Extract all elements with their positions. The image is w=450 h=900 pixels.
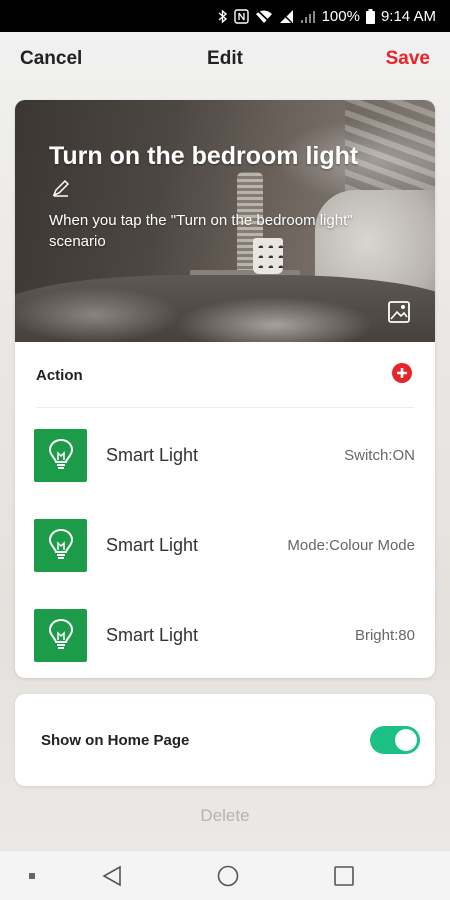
device-tile bbox=[34, 428, 87, 482]
recents-button[interactable] bbox=[330, 851, 358, 900]
signal-off-icon bbox=[279, 9, 294, 24]
scene-title[interactable]: Turn on the bedroom light bbox=[49, 140, 369, 207]
image-icon[interactable] bbox=[387, 300, 411, 324]
navigation-bar bbox=[0, 850, 450, 900]
scene-title-text: Turn on the bedroom light bbox=[49, 142, 359, 170]
home-circle-icon bbox=[217, 865, 239, 887]
bluetooth-icon bbox=[218, 8, 228, 24]
back-triangle-icon bbox=[102, 865, 121, 887]
cover-blanket bbox=[15, 275, 435, 342]
device-tile bbox=[34, 608, 87, 662]
action-row[interactable]: Smart Light Switch:ON bbox=[15, 410, 435, 500]
cancel-button[interactable]: Cancel bbox=[20, 48, 82, 70]
home-button[interactable] bbox=[214, 851, 242, 900]
recents-square-icon bbox=[334, 866, 354, 886]
clock: 9:14 AM bbox=[380, 7, 436, 25]
scene-card: Turn on the bedroom light When you tap t… bbox=[15, 100, 435, 678]
action-device-name: Smart Light bbox=[106, 624, 199, 645]
divider bbox=[36, 407, 414, 408]
action-value: Mode:Colour Mode bbox=[287, 536, 415, 554]
status-bar: 100% 9:14 AM bbox=[0, 0, 450, 32]
toggle-knob bbox=[395, 729, 417, 751]
save-button[interactable]: Save bbox=[386, 48, 430, 70]
scene-cover-image: Turn on the bedroom light When you tap t… bbox=[15, 100, 435, 342]
signal-bars-icon bbox=[300, 9, 316, 24]
light-bulb-icon bbox=[48, 528, 73, 559]
pencil-icon[interactable] bbox=[51, 174, 71, 207]
action-row[interactable]: Smart Light Bright:80 bbox=[15, 590, 435, 678]
action-section-header: Action bbox=[15, 342, 435, 408]
device-tile bbox=[34, 518, 87, 572]
battery-percent: 100% bbox=[321, 7, 360, 25]
wifi-off-icon bbox=[255, 8, 273, 24]
menu-dot-button[interactable] bbox=[22, 851, 42, 900]
light-bulb-icon bbox=[48, 438, 73, 469]
add-action-button[interactable] bbox=[391, 362, 413, 389]
action-device-name: Smart Light bbox=[106, 534, 199, 555]
show-on-home-toggle[interactable] bbox=[370, 726, 420, 754]
action-section-label: Action bbox=[36, 366, 83, 384]
back-button[interactable] bbox=[98, 851, 126, 900]
nfc-icon bbox=[233, 8, 249, 24]
show-on-home-label: Show on Home Page bbox=[41, 731, 190, 749]
battery-icon bbox=[365, 8, 375, 24]
light-bulb-icon bbox=[48, 618, 73, 649]
header: Cancel Edit Save bbox=[0, 32, 450, 86]
delete-button[interactable]: Delete bbox=[0, 806, 450, 826]
dot-icon bbox=[29, 873, 35, 879]
action-device-name: Smart Light bbox=[106, 444, 199, 465]
home-page-card: Show on Home Page bbox=[15, 694, 435, 786]
action-value: Switch:ON bbox=[344, 446, 415, 464]
action-value: Bright:80 bbox=[354, 626, 415, 644]
action-list: Smart Light Switch:ON Smart Light Mode:C… bbox=[15, 410, 435, 678]
plus-circle-icon bbox=[392, 362, 412, 383]
scene-description: When you tap the "Turn on the bedroom li… bbox=[49, 212, 353, 250]
action-row[interactable]: Smart Light Mode:Colour Mode bbox=[15, 500, 435, 590]
